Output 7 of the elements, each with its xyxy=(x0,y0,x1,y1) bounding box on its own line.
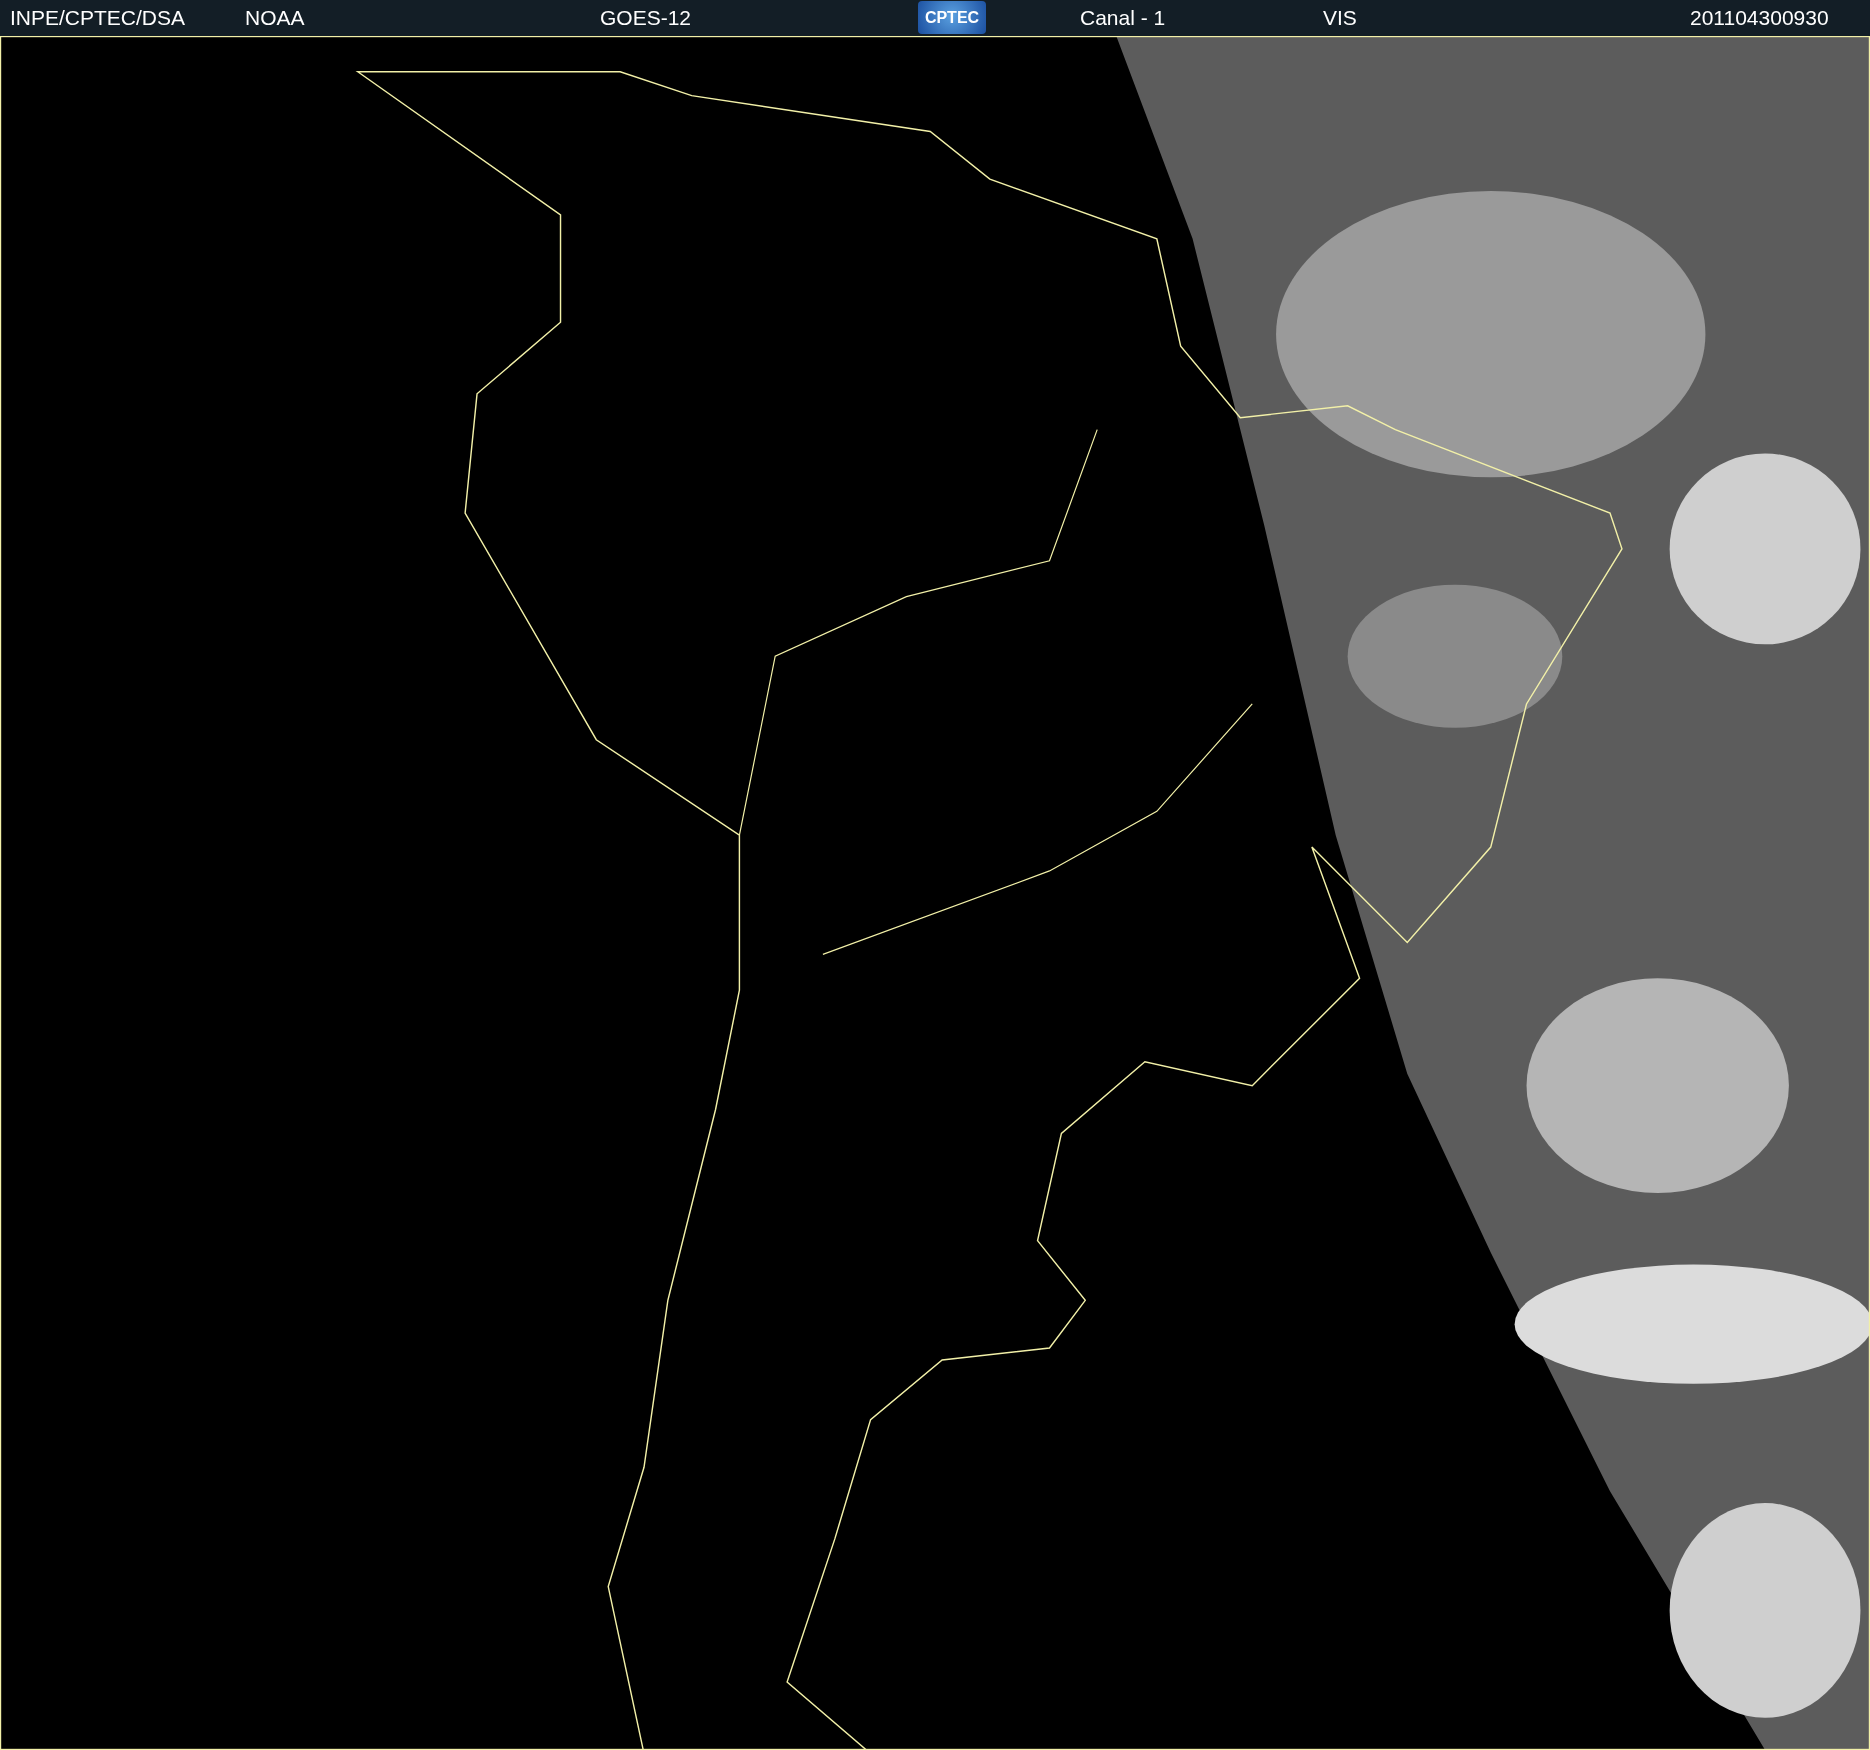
header-label: GOES-12 xyxy=(600,6,692,30)
header-label: 201104300930 xyxy=(1690,6,1829,30)
header-label: VIS xyxy=(1323,6,1357,30)
logo: CPTEC xyxy=(918,1,986,34)
header-label: Canal - 1 xyxy=(1080,6,1166,30)
header-label: INPE/CPTEC/DSA xyxy=(10,6,186,30)
header-label: NOAA xyxy=(245,6,305,30)
